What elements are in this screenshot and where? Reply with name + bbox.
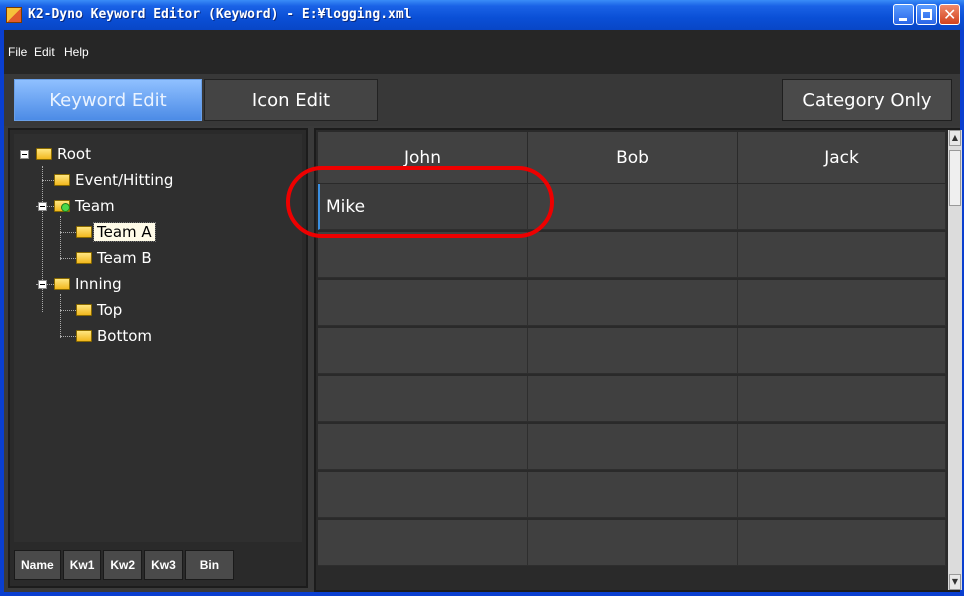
maximize-button[interactable] [916, 4, 937, 25]
tree-node-root[interactable]: Root [36, 144, 94, 164]
folder-icon [76, 304, 92, 316]
grid-cell[interactable] [318, 424, 528, 470]
team-collapse-toggle[interactable] [38, 202, 47, 211]
grid-cell[interactable] [738, 232, 946, 278]
root-collapse-toggle[interactable] [20, 150, 29, 159]
category-tree: Root Event/Hitting Team Team A Team B In… [14, 134, 302, 542]
tab-bin[interactable]: Bin [184, 550, 235, 580]
column-header-bob[interactable]: Bob [528, 132, 738, 184]
grid-cell[interactable] [738, 376, 946, 422]
category-tree-panel: Root Event/Hitting Team Team A Team B In… [8, 128, 308, 588]
tree-node-event-hitting[interactable]: Event/Hitting [54, 170, 176, 190]
grid-cell[interactable]: Mike [318, 184, 528, 230]
menu-bar: File Edit Help [4, 30, 960, 74]
menu-edit[interactable]: Edit [34, 45, 55, 59]
menu-help[interactable]: Help [64, 45, 89, 59]
tree-node-team[interactable]: Team [54, 196, 118, 216]
tree-node-team-a[interactable]: Team A [76, 222, 156, 242]
grid-cell[interactable] [318, 472, 528, 518]
scroll-up-icon[interactable]: ▲ [949, 130, 961, 146]
grid-cell[interactable] [528, 376, 738, 422]
keyword-grid-panel: John Bob Jack Mike ▲ ▼ [314, 128, 962, 592]
grid-cell[interactable] [738, 280, 946, 326]
grid-cell[interactable] [528, 184, 738, 230]
title-bar[interactable]: K2-Dyno Keyword Editor (Keyword) - E:¥lo… [0, 0, 964, 30]
inning-collapse-toggle[interactable] [38, 280, 47, 289]
category-only-button[interactable]: Category Only [782, 79, 952, 121]
folder-icon [54, 174, 70, 186]
grid-cell[interactable] [738, 520, 946, 566]
grid-cell[interactable] [738, 424, 946, 470]
toolbar: Keyword Edit Icon Edit Category Only [4, 74, 960, 126]
folder-icon [36, 148, 52, 160]
keyword-edit-tab[interactable]: Keyword Edit [14, 79, 202, 121]
grid-cell[interactable] [318, 376, 528, 422]
icon-edit-tab[interactable]: Icon Edit [204, 79, 378, 121]
grid-cell[interactable] [318, 328, 528, 374]
tab-kw3[interactable]: Kw3 [144, 550, 183, 580]
grid-cell[interactable] [528, 280, 738, 326]
vertical-scrollbar[interactable]: ▲ ▼ [948, 130, 962, 590]
scroll-thumb[interactable] [949, 150, 961, 206]
client-area: File Edit Help Keyword Edit Icon Edit Ca… [4, 30, 962, 592]
grid-cell[interactable] [318, 520, 528, 566]
scroll-down-icon[interactable]: ▼ [949, 574, 961, 590]
tab-kw2[interactable]: Kw2 [103, 550, 143, 580]
minimize-button[interactable] [893, 4, 914, 25]
column-tabs: Name Kw1 Kw2 Kw3 Bin [14, 550, 235, 582]
grid-cell[interactable] [528, 328, 738, 374]
tree-node-bottom[interactable]: Bottom [76, 326, 155, 346]
folder-icon [54, 278, 70, 290]
grid-cell[interactable] [528, 472, 738, 518]
column-header-jack[interactable]: Jack [738, 132, 946, 184]
minimize-icon [899, 18, 907, 21]
app-icon [6, 7, 22, 23]
maximize-icon [921, 9, 932, 20]
tab-kw1[interactable]: Kw1 [62, 550, 102, 580]
menu-file[interactable]: File [8, 45, 27, 59]
grid-cell[interactable] [738, 184, 946, 230]
folder-icon [76, 226, 92, 238]
tree-node-team-b[interactable]: Team B [76, 248, 155, 268]
window-title: K2-Dyno Keyword Editor (Keyword) - E:¥lo… [28, 7, 412, 22]
tab-name[interactable]: Name [14, 550, 61, 580]
grid-cell[interactable] [528, 232, 738, 278]
column-header-john[interactable]: John [318, 132, 528, 184]
keyword-grid: John Bob Jack Mike [318, 132, 946, 588]
grid-cell[interactable] [738, 328, 946, 374]
app-window: K2-Dyno Keyword Editor (Keyword) - E:¥lo… [0, 0, 964, 596]
tree-node-top[interactable]: Top [76, 300, 125, 320]
tree-node-inning[interactable]: Inning [54, 274, 125, 294]
grid-cell[interactable] [318, 280, 528, 326]
grid-cell[interactable] [738, 472, 946, 518]
folder-icon [76, 252, 92, 264]
folder-active-icon [54, 200, 70, 212]
close-button[interactable]: ✕ [939, 4, 960, 25]
folder-icon [76, 330, 92, 342]
grid-cell[interactable] [528, 520, 738, 566]
grid-cell[interactable] [318, 232, 528, 278]
grid-cell[interactable] [528, 424, 738, 470]
close-icon: ✕ [943, 5, 957, 24]
